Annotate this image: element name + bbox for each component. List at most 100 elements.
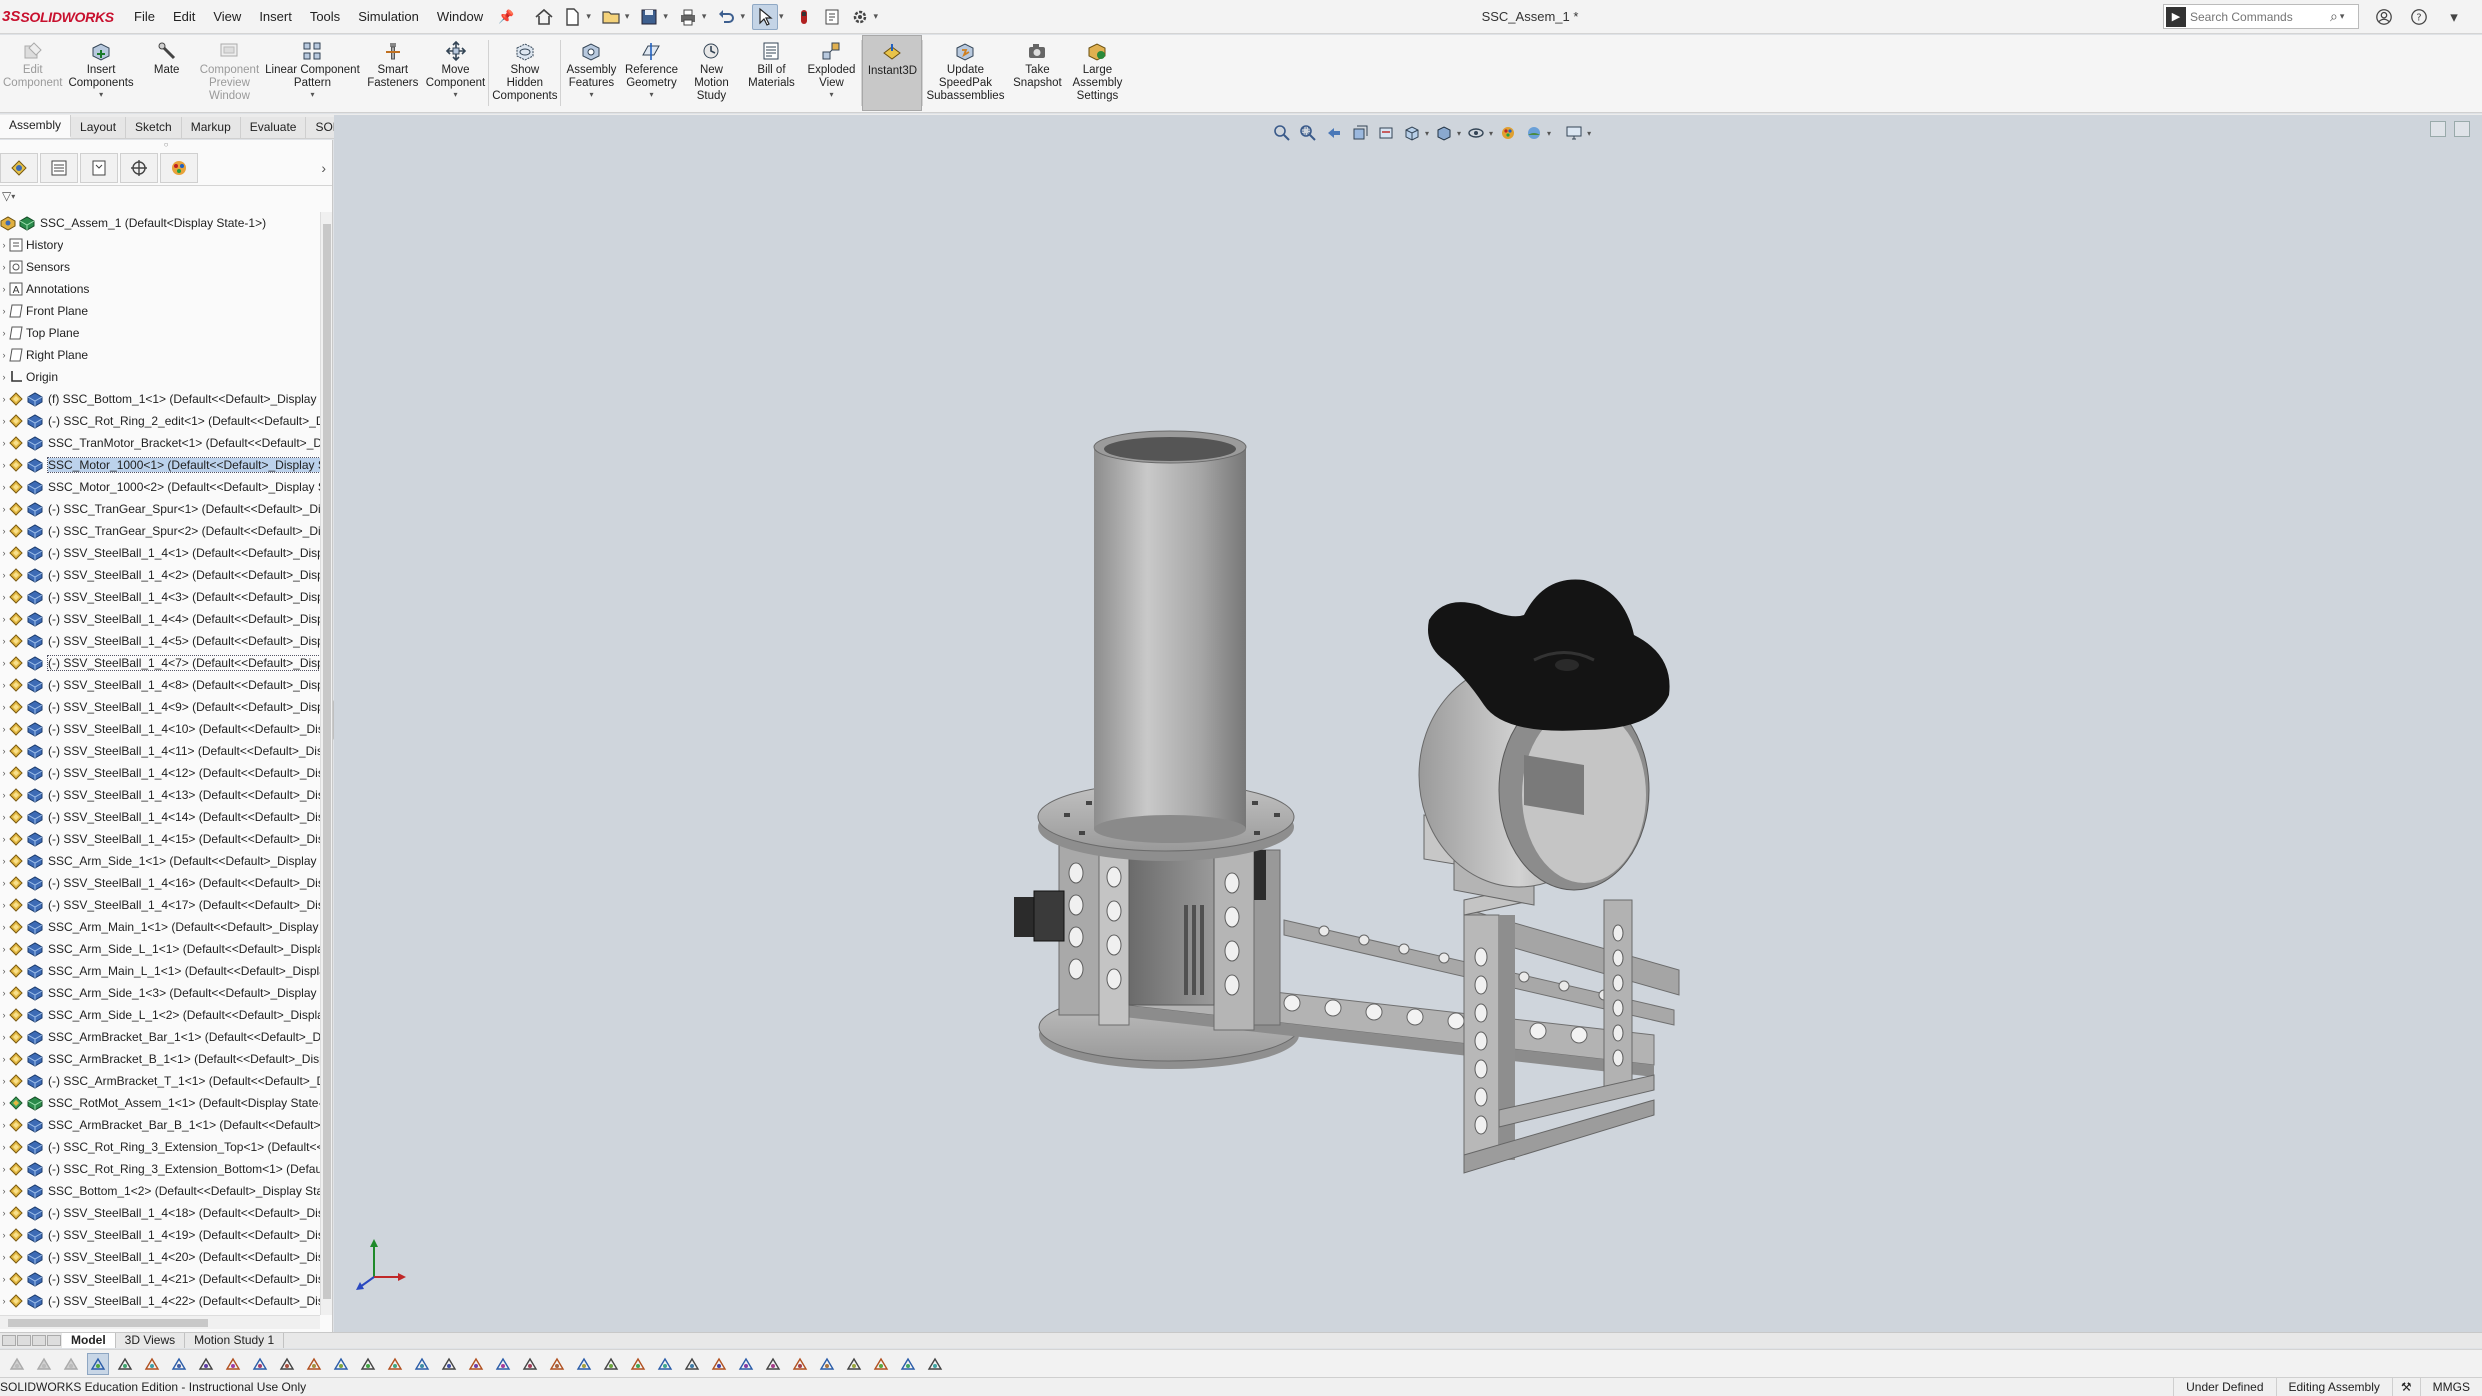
menu-simulation[interactable]: Simulation — [349, 9, 428, 24]
tree-component-item[interactable]: › (-) SSV_SteelBall_1_4<21> (Default<<Def… — [0, 1268, 320, 1290]
search-icon[interactable]: ⌕ — [2330, 8, 2338, 25]
menu-insert[interactable]: Insert — [250, 9, 301, 24]
expand-arrow-icon[interactable]: › — [0, 1032, 8, 1042]
file-properties-icon[interactable] — [819, 4, 845, 30]
expand-arrow-icon[interactable]: › — [0, 482, 8, 492]
large-assembly-settings-button[interactable]: Large Assembly Settings — [1067, 35, 1127, 111]
text-icon[interactable] — [519, 1353, 541, 1375]
expand-arrow-icon[interactable]: › — [0, 394, 8, 404]
expand-arrow-icon[interactable]: › — [0, 834, 8, 844]
tree-component-item[interactable]: › SSC_Bottom_1<2> (Default<<Default>_Disp… — [0, 1180, 320, 1202]
tree-item-right-plane[interactable]: › Right Plane — [0, 344, 320, 366]
chevron-down-icon[interactable]: ▾ — [454, 90, 458, 100]
expand-arrow-icon[interactable]: › — [0, 350, 8, 360]
tree-item-front-plane[interactable]: › Front Plane — [0, 300, 320, 322]
display-manager-tab-icon[interactable] — [160, 152, 198, 183]
tree-component-item[interactable]: › (-) SSV_SteelBall_1_4<14> (Default<<Def… — [0, 806, 320, 828]
tree-component-item[interactable]: › SSC_RotMot_Assem_1<1> (Default<Display … — [0, 1092, 320, 1114]
tree-component-item[interactable]: › SSC_Arm_Main_L_1<1> (Default<<Default>_… — [0, 960, 320, 982]
tree-root-assembly[interactable]: SSC_Assem_1 (Default<Display State-1>) — [0, 212, 320, 234]
tree-component-item[interactable]: › (-) SSV_SteelBall_1_4<18> (Default<<Def… — [0, 1202, 320, 1224]
expand-arrow-icon[interactable]: › — [0, 1164, 8, 1174]
bottom-tab-model[interactable]: Model — [62, 1333, 116, 1348]
units-selector[interactable]: MMGS — [2419, 1378, 2482, 1396]
smart-dimension-icon[interactable] — [141, 1353, 163, 1375]
tree-component-item[interactable]: › (-) SSV_SteelBall_1_4<1> (Default<<Defa… — [0, 542, 320, 564]
menu-view[interactable]: View — [204, 9, 250, 24]
expand-arrow-icon[interactable]: › — [0, 504, 8, 514]
expand-arrow-icon[interactable]: › — [0, 746, 8, 756]
tree-item-sensors[interactable]: › Sensors — [0, 256, 320, 278]
tree-component-item[interactable]: › (-) SSV_SteelBall_1_4<22> (Default<<Def… — [0, 1290, 320, 1312]
search-input[interactable] — [2190, 9, 2330, 24]
tree-component-item[interactable]: › (-) SSV_SteelBall_1_4<3> (Default<<Defa… — [0, 586, 320, 608]
arc-icon[interactable] — [249, 1353, 271, 1375]
expand-arrow-icon[interactable]: › — [0, 856, 8, 866]
trim-icon[interactable] — [411, 1353, 433, 1375]
offset-icon[interactable] — [384, 1353, 406, 1375]
tree-component-item[interactable]: › (-) SSC_TranGear_Spur<1> (Default<<Defa… — [0, 498, 320, 520]
account-icon[interactable] — [2372, 5, 2396, 29]
scrollbar-thumb[interactable] — [323, 224, 331, 1299]
help-icon[interactable]: ? — [2407, 5, 2431, 29]
pin-icon[interactable]: 📌 — [492, 9, 520, 25]
repair-sketch-icon[interactable] — [627, 1353, 649, 1375]
options-gear-icon[interactable] — [847, 4, 873, 30]
scale-entities-icon[interactable] — [816, 1353, 838, 1375]
construction-icon[interactable] — [546, 1353, 568, 1375]
expand-arrow-icon[interactable]: › — [0, 1054, 8, 1064]
expand-arrow-icon[interactable]: › — [0, 614, 8, 624]
expand-arrow-icon[interactable]: › — [0, 1208, 8, 1218]
tree-component-item[interactable]: › (-) SSC_Rot_Ring_3_Extension_Bottom<1> … — [0, 1158, 320, 1180]
tree-component-item[interactable]: › SSC_Arm_Side_1<1> (Default<<Default>_Di… — [0, 850, 320, 872]
solidworks-logo[interactable]: 3S SOLIDWORKS — [0, 8, 125, 25]
tree-component-item[interactable]: › SSC_Motor_1000<2> (Default<<Default>_Di… — [0, 476, 320, 498]
tree-component-item[interactable]: › (-) SSV_SteelBall_1_4<2> (Default<<Defa… — [0, 564, 320, 586]
expand-arrow-icon[interactable]: › — [0, 878, 8, 888]
filter-dropdown-icon[interactable]: ▾ — [11, 192, 15, 201]
first-tab-arrow-icon[interactable] — [2, 1335, 16, 1346]
tree-component-item[interactable]: › SSC_ArmBracket_B_1<1> (Default<<Default… — [0, 1048, 320, 1070]
expand-arrow-icon[interactable]: › — [0, 262, 8, 272]
last-tab-arrow-icon[interactable] — [47, 1335, 61, 1346]
linear-component-pattern-button[interactable]: Linear Component Pattern ▾ — [262, 35, 363, 111]
tree-item-top-plane[interactable]: › Top Plane — [0, 322, 320, 344]
assembly-model-render[interactable] — [334, 115, 2482, 1332]
expand-arrow-icon[interactable]: › — [0, 966, 8, 976]
expand-arrow-icon[interactable]: › — [0, 790, 8, 800]
line-icon[interactable] — [168, 1353, 190, 1375]
open-dropdown-icon[interactable]: ▾ — [625, 11, 630, 22]
menu-edit[interactable]: Edit — [164, 9, 204, 24]
property-manager-tab-icon[interactable] — [40, 152, 78, 183]
tab-layout[interactable]: Layout — [71, 117, 127, 138]
configuration-manager-tab-icon[interactable] — [80, 152, 118, 183]
flyout-toggle-icon[interactable]: ▾ — [2442, 5, 2466, 29]
expand-arrow-icon[interactable]: › — [0, 284, 8, 294]
panel-expand-chevron-icon[interactable]: › — [321, 160, 326, 176]
stretch-entities-icon[interactable] — [870, 1353, 892, 1375]
tree-component-item[interactable]: › (-) SSC_TranGear_Spur<2> (Default<<Defa… — [0, 520, 320, 542]
expand-arrow-icon[interactable]: › — [0, 724, 8, 734]
tree-component-item[interactable]: › (-) SSV_SteelBall_1_4<9> (Default<<Defa… — [0, 696, 320, 718]
copy-entities-icon[interactable] — [843, 1353, 865, 1375]
expand-arrow-icon[interactable]: › — [0, 328, 8, 338]
exploded-view-button[interactable]: Exploded View ▾ — [801, 35, 861, 111]
expand-arrow-icon[interactable]: › — [0, 548, 8, 558]
print-icon[interactable] — [675, 4, 701, 30]
tree-component-item[interactable]: › (-) SSV_SteelBall_1_4<17> (Default<<Def… — [0, 894, 320, 916]
search-mode-icon[interactable]: ▶ — [2166, 6, 2186, 27]
new-motion-study-button[interactable]: New Motion Study — [681, 35, 741, 111]
expand-arrow-icon[interactable]: › — [0, 1230, 8, 1240]
bill-of-materials-button[interactable]: Bill of Materials — [741, 35, 801, 111]
update-speedpak-subassemblies-button[interactable]: Update SpeedPak Subassemblies — [923, 35, 1007, 111]
tree-component-item[interactable]: › (-) SSV_SteelBall_1_4<10> (Default<<Def… — [0, 718, 320, 740]
show-hidden-components-button[interactable]: Show Hidden Components — [489, 35, 560, 111]
tree-component-item[interactable]: › (-) SSV_SteelBall_1_4<15> (Default<<Def… — [0, 828, 320, 850]
print-dropdown-icon[interactable]: ▾ — [702, 11, 707, 22]
expand-arrow-icon[interactable]: › — [0, 988, 8, 998]
bottom-tab-3d-views[interactable]: 3D Views — [116, 1333, 186, 1348]
tree-component-item[interactable]: › (-) SSC_ArmBracket_T_1<1> (Default<<Def… — [0, 1070, 320, 1092]
expand-arrow-icon[interactable]: › — [0, 592, 8, 602]
open-folder-icon[interactable] — [598, 4, 624, 30]
tab-markup[interactable]: Markup — [181, 117, 241, 138]
